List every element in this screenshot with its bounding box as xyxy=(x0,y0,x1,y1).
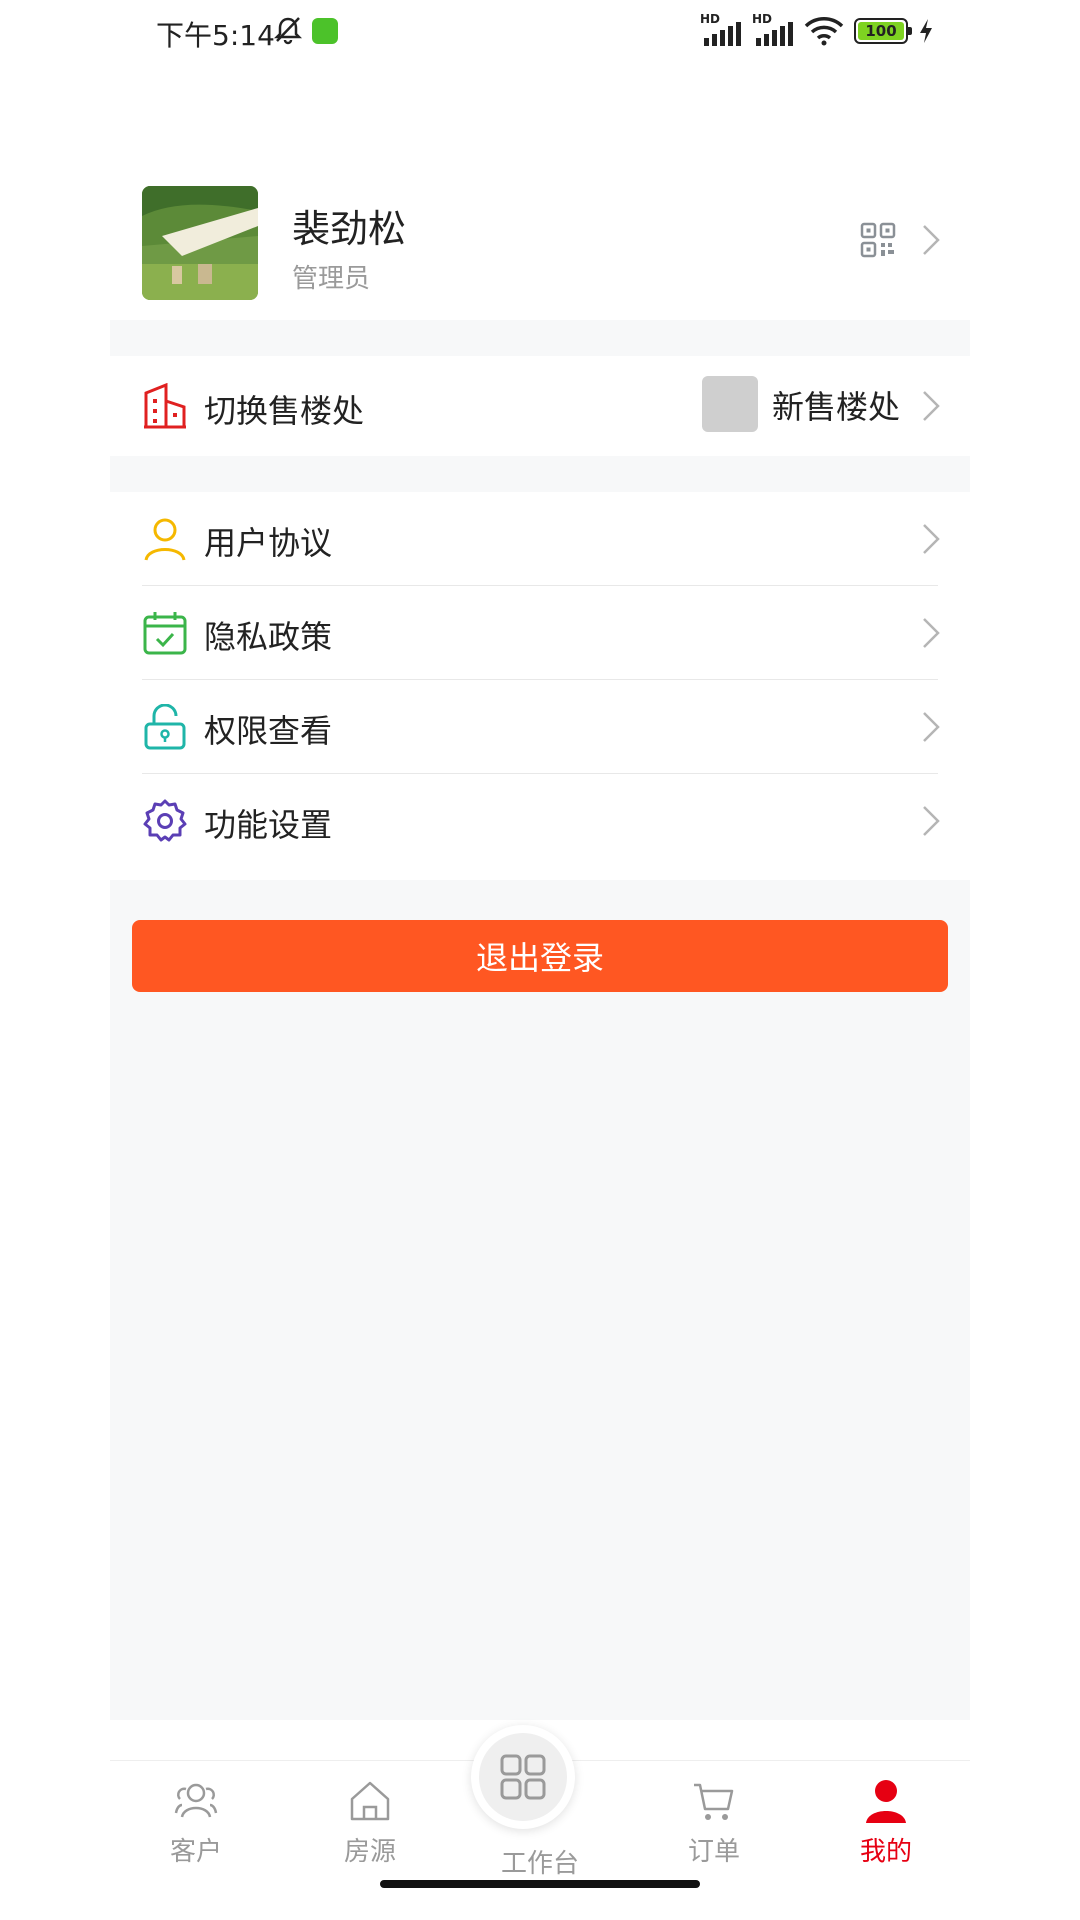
tab-orders[interactable]: 订单 xyxy=(654,1769,774,1879)
tab-label: 工作台 xyxy=(500,1849,579,1879)
chevron-right-icon xyxy=(923,391,940,421)
menu-item-settings[interactable]: 功能设置 xyxy=(110,774,970,868)
tab-workbench[interactable]: 工作台 xyxy=(471,1725,600,1879)
tab-label: 我的 xyxy=(859,1837,912,1867)
lock-icon xyxy=(144,704,186,750)
menu-item-label: 功能设置 xyxy=(204,806,333,844)
tab-label: 房源 xyxy=(343,1837,396,1867)
chevron-right-icon xyxy=(923,618,940,648)
office-thumbnail xyxy=(702,376,758,432)
switch-office-row[interactable]: 切换售楼处 新售楼处 xyxy=(110,356,970,456)
tab-label: 客户 xyxy=(169,1837,222,1867)
menu-item-label: 权限查看 xyxy=(204,712,333,750)
content-background xyxy=(110,880,970,1720)
chevron-right-icon xyxy=(923,806,940,836)
chevron-right-icon xyxy=(923,225,940,255)
house-icon xyxy=(350,1781,390,1821)
logout-button[interactable]: 退出登录 xyxy=(132,920,948,992)
profile-card[interactable]: 裴劲松 管理员 xyxy=(110,160,970,320)
cart-icon xyxy=(694,1783,734,1820)
menu-item-user-agreement[interactable]: 用户协议 xyxy=(110,492,970,586)
tab-customers[interactable]: 客户 xyxy=(136,1769,256,1879)
tab-label: 订单 xyxy=(687,1837,740,1867)
calendar-check-icon xyxy=(143,612,187,655)
person-icon xyxy=(866,1780,906,1823)
home-indicator[interactable] xyxy=(380,1880,700,1888)
user-name: 裴劲松 xyxy=(292,207,407,251)
workbench-button[interactable] xyxy=(471,1725,575,1829)
chevron-right-icon xyxy=(923,712,940,742)
tab-listings[interactable]: 房源 xyxy=(310,1769,430,1879)
menu-item-permissions[interactable]: 权限查看 xyxy=(110,680,970,774)
current-office-name: 新售楼处 xyxy=(772,388,901,426)
switch-office-label: 切换售楼处 xyxy=(204,392,365,430)
menu-item-privacy-policy[interactable]: 隐私政策 xyxy=(110,586,970,680)
chevron-right-icon xyxy=(923,524,940,554)
bottom-tab-bar: 客户 房源 工作台 订单 我的 xyxy=(110,1725,970,1920)
section-divider xyxy=(110,456,970,492)
menu-item-label: 用户协议 xyxy=(204,524,333,562)
user-role: 管理员 xyxy=(292,264,371,294)
customers-icon xyxy=(174,1783,218,1818)
qr-code-icon[interactable] xyxy=(860,222,896,258)
profile-page: 裴劲松 管理员 切换售楼处 新售楼处 用户协议 隐私政策 权限查看 功能设置 退… xyxy=(110,0,970,1920)
user-icon xyxy=(144,518,186,561)
section-divider xyxy=(110,320,970,356)
tab-mine[interactable]: 我的 xyxy=(826,1769,946,1879)
building-icon xyxy=(144,383,186,429)
avatar[interactable] xyxy=(142,186,258,300)
grid-icon xyxy=(500,1754,546,1800)
gear-icon xyxy=(143,799,187,842)
menu-item-label: 隐私政策 xyxy=(204,618,333,656)
